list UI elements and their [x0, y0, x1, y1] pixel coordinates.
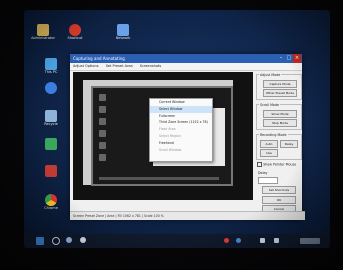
- adjust-mode-group: Adjust Mode Capture Mode Other Preset Mo…: [256, 73, 302, 100]
- dropdown-item[interactable]: Current Window: [150, 99, 212, 106]
- start-windows-icon[interactable]: [36, 237, 44, 245]
- checkbox-label: Show Pointer Mouse: [263, 162, 297, 167]
- delay-button[interactable]: Delay: [280, 140, 298, 148]
- use-button[interactable]: Use: [260, 149, 278, 157]
- desktop-icon-shortcut[interactable]: Shortcut: [62, 24, 88, 41]
- stop-mode-button[interactable]: Stop Mode: [263, 119, 297, 127]
- capture-window: Capturing and Annotating – □ × Adjust Op…: [70, 54, 305, 220]
- desktop-icon-label: This PC: [44, 70, 58, 74]
- auto-button[interactable]: Auto: [260, 140, 278, 148]
- group-title: Scroll Mode: [259, 103, 281, 107]
- search-icon[interactable]: [52, 237, 60, 245]
- task-view-icon[interactable]: [66, 237, 72, 243]
- app-taskbar-icon[interactable]: [80, 237, 86, 243]
- menu-set-preset-area[interactable]: Set Preset Area: [103, 63, 136, 70]
- dropdown-item[interactable]: Select Region: [150, 133, 212, 140]
- status-bar: Screen Preset Zone | Area | Fill 1062 x …: [70, 211, 305, 220]
- maximize-icon[interactable]: □: [285, 54, 293, 63]
- dropdown-item[interactable]: Fixed Area: [150, 126, 212, 133]
- desktop-icon-network[interactable]: Network: [110, 24, 136, 41]
- menu-bar: Adjust Options Set Preset Area Screensho…: [70, 63, 302, 71]
- delay-label: Delay: [258, 171, 268, 175]
- video-controls: [99, 177, 219, 180]
- desktop-icon-label: Administrator: [31, 36, 55, 40]
- tray-network-icon[interactable]: [260, 238, 265, 243]
- delay-input[interactable]: [258, 177, 278, 184]
- dropdown-item-selected[interactable]: Select Window: [150, 105, 212, 113]
- network-icon: [117, 24, 129, 36]
- show-pointer-checkbox[interactable]: Show Pointer Mouse: [257, 162, 301, 168]
- computer-icon: [45, 58, 57, 70]
- app-icon: [45, 82, 57, 94]
- app-icon: [99, 118, 106, 125]
- desktop-icon-label: Network: [115, 36, 131, 40]
- desktop-icon-label: Recycle: [44, 122, 58, 126]
- other-preset-mode-button[interactable]: Other Preset Mode: [263, 89, 297, 97]
- dropdown-item[interactable]: Scroll Window: [150, 147, 212, 154]
- close-icon[interactable]: ×: [293, 54, 301, 63]
- recording-mode-group: Recording Mode Auto Delay Use: [256, 133, 302, 160]
- scroll-mode-group: Scroll Mode Show Mode Stop Mode: [256, 103, 302, 130]
- preview-area[interactable]: Current Window Select Window Fullscreen …: [73, 72, 253, 200]
- desktop-icon-recycle[interactable]: Recycle: [38, 110, 64, 127]
- desktop-screen: Administrator Shortcut Network This PC R…: [24, 10, 330, 248]
- tray-volume-icon[interactable]: [274, 238, 279, 243]
- desktop-icon-green[interactable]: [38, 138, 64, 151]
- chrome-icon: [45, 194, 57, 206]
- checkbox-icon: [257, 162, 262, 167]
- desktop-icon-label: Shortcut: [67, 36, 83, 40]
- group-title: Adjust Mode: [259, 73, 282, 77]
- group-title: Recording Mode: [259, 133, 288, 137]
- options-panel: Adjust Mode Capture Mode Other Preset Mo…: [256, 72, 302, 218]
- desktop-icon-label: Chrome: [44, 206, 58, 210]
- set-shortcuts-button[interactable]: Set Shortcuts: [262, 186, 296, 194]
- tray-red-icon[interactable]: [224, 238, 229, 243]
- app-icon: [99, 130, 106, 137]
- minimize-icon[interactable]: –: [277, 54, 285, 63]
- app-icon: [99, 106, 106, 113]
- app-icon: [45, 138, 57, 150]
- ok-button[interactable]: OK: [262, 196, 296, 204]
- desktop-icon-blue[interactable]: [38, 82, 64, 95]
- show-mode-button[interactable]: Show Mode: [263, 110, 297, 118]
- desktop-icon-user[interactable]: Administrator: [30, 24, 56, 41]
- window-titlebar[interactable]: Capturing and Annotating – □ ×: [70, 54, 302, 63]
- desktop-icon-thispc[interactable]: This PC: [38, 58, 64, 75]
- app-icon: [99, 142, 106, 149]
- dropdown-item[interactable]: Freehand: [150, 140, 212, 147]
- capture-mode-button[interactable]: Capture Mode: [263, 80, 297, 88]
- photo-of-monitor: Administrator Shortcut Network This PC R…: [0, 0, 343, 270]
- app-icon: [99, 94, 106, 101]
- user-folder-icon: [37, 24, 49, 36]
- window-title: Capturing and Annotating: [73, 56, 125, 61]
- tray-clock[interactable]: [300, 238, 320, 244]
- desktop-icon-red[interactable]: [38, 165, 64, 178]
- app-shortcut-icon: [69, 24, 81, 36]
- taskbar: [24, 234, 330, 248]
- menu-adjust-options[interactable]: Adjust Options: [70, 63, 102, 70]
- app-icon: [45, 165, 57, 177]
- menu-screenshots[interactable]: Screenshots: [137, 63, 164, 70]
- app-icon: [99, 154, 106, 161]
- dropdown-item[interactable]: Third Zone Screen (1152 x 78): [150, 119, 212, 126]
- screenshots-dropdown: Current Window Select Window Fullscreen …: [149, 98, 213, 162]
- tray-blue-icon[interactable]: [236, 238, 241, 243]
- desktop-icon-chrome[interactable]: Chrome: [38, 194, 64, 211]
- dropdown-item[interactable]: Fullscreen: [150, 113, 212, 120]
- recycle-bin-icon: [45, 110, 57, 122]
